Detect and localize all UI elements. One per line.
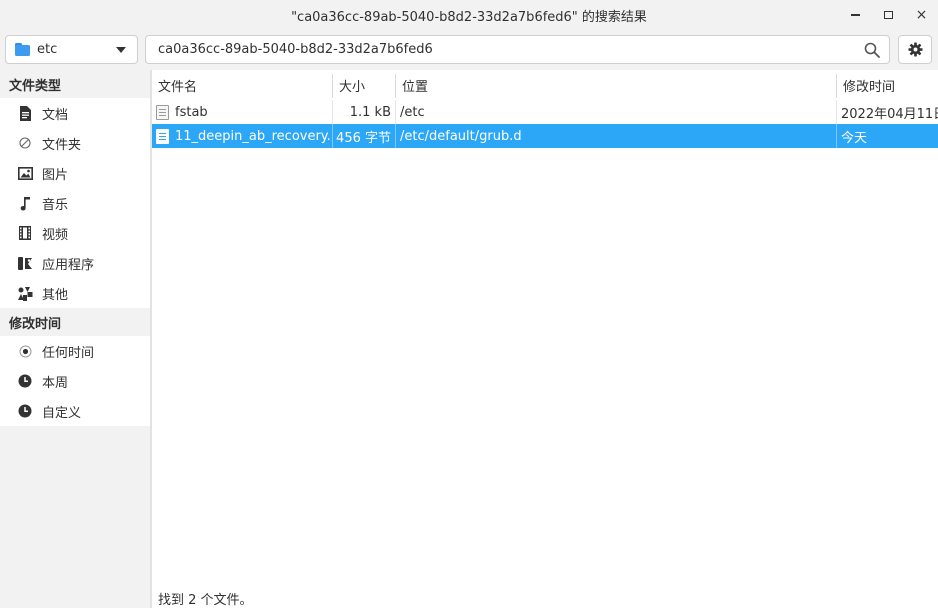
minimize-button[interactable] [839,0,872,30]
column-size[interactable]: 大小 [339,70,365,100]
search-icon[interactable] [864,42,880,58]
file-name: fstab [175,104,208,120]
window-controls: × [839,0,938,30]
folder-slash-icon [17,135,33,151]
sidebar-item-label: 本周 [42,375,69,391]
window-title: "ca0a36cc-89ab-5040-b8d2-33d2a7b6fed6" 的… [291,9,647,25]
column-resize-handle[interactable] [836,74,837,98]
search-input[interactable] [158,42,848,57]
settings-button[interactable] [898,35,932,64]
modified-time-list: 任何时间 本周 自定义 [0,336,150,426]
location-label: etc [37,42,58,57]
file-location: /etc [400,104,425,120]
column-header: 文件名 大小 位置 修改时间 [152,70,938,100]
file-modified: 今天 [841,130,868,146]
close-button[interactable]: × [905,0,938,30]
text-file-icon [156,104,169,120]
sidebar-item-label: 文件夹 [42,137,82,153]
file-size: 456 字节 [336,130,391,146]
picture-icon [17,165,33,181]
modified-time-header: 修改时间 [0,308,150,336]
file-location: /etc/default/grub.d [400,128,522,144]
sidebar-item-label: 自定义 [42,405,82,421]
maximize-button[interactable] [872,0,905,30]
column-modified[interactable]: 修改时间 [843,70,895,100]
sidebar-item-videos[interactable]: 视频 [0,218,150,248]
title-bar: "ca0a36cc-89ab-5040-b8d2-33d2a7b6fed6" 的… [0,0,938,30]
table-row[interactable]: 11_deepin_ab_recovery.cfg 456 字节 /etc/de… [152,124,938,148]
sidebar-item-applications[interactable]: 应用程序 [0,248,150,278]
sidebar-item-label: 任何时间 [42,345,95,361]
maximize-icon [884,11,893,19]
minimize-icon [851,14,860,16]
sidebar: 文件类型 文档 文件夹 图片 音乐 视频 应用程序 其他 修改时间 任何时间 本… [0,70,150,608]
file-name-cell: 11_deepin_ab_recovery.cfg [156,124,330,148]
gear-icon [907,42,923,57]
sidebar-item-label: 文档 [42,107,69,123]
music-icon [17,195,33,211]
sidebar-item-music[interactable]: 音乐 [0,188,150,218]
location-dropdown[interactable]: etc [5,35,138,64]
other-icon [17,285,33,301]
column-location[interactable]: 位置 [402,70,428,100]
column-resize-handle[interactable] [395,74,396,98]
video-icon [17,225,33,241]
sidebar-item-pictures[interactable]: 图片 [0,158,150,188]
toolbar: etc [0,30,938,68]
sidebar-item-label: 其他 [42,287,69,303]
sidebar-item-any-time[interactable]: 任何时间 [0,336,150,366]
sidebar-item-other[interactable]: 其他 [0,278,150,308]
sidebar-item-custom[interactable]: 自定义 [0,396,150,426]
file-type-header: 文件类型 [0,70,150,98]
file-modified: 2022年04月11日 [841,106,938,122]
clock-icon [17,403,33,419]
text-file-icon [156,128,169,144]
column-name[interactable]: 文件名 [158,70,197,100]
sidebar-item-label: 视频 [42,227,69,243]
clock-icon [17,373,33,389]
radio-icon [17,343,33,359]
file-size: 1.1 kB [349,104,391,120]
file-name-cell: fstab [156,100,330,124]
status-text: 找到 2 个文件。 [158,593,253,608]
folder-icon [15,43,30,56]
file-list: 文件名 大小 位置 修改时间 fstab 1.1 kB /etc 2022年04… [152,70,938,608]
file-name: 11_deepin_ab_recovery.cfg [175,128,330,144]
column-resize-handle[interactable] [332,74,333,98]
sidebar-item-this-week[interactable]: 本周 [0,366,150,396]
sidebar-item-folders[interactable]: 文件夹 [0,128,150,158]
sidebar-item-documents[interactable]: 文档 [0,98,150,128]
close-icon: × [915,7,928,23]
table-row[interactable]: fstab 1.1 kB /etc 2022年04月11日 [152,100,938,124]
sidebar-item-label: 图片 [42,167,69,183]
sidebar-item-label: 应用程序 [42,257,95,273]
chevron-down-icon [116,47,126,53]
application-icon [17,255,33,271]
document-icon [17,105,33,121]
search-box [145,35,890,64]
file-type-list: 文档 文件夹 图片 音乐 视频 应用程序 其他 [0,98,150,308]
sidebar-item-label: 音乐 [42,197,69,213]
